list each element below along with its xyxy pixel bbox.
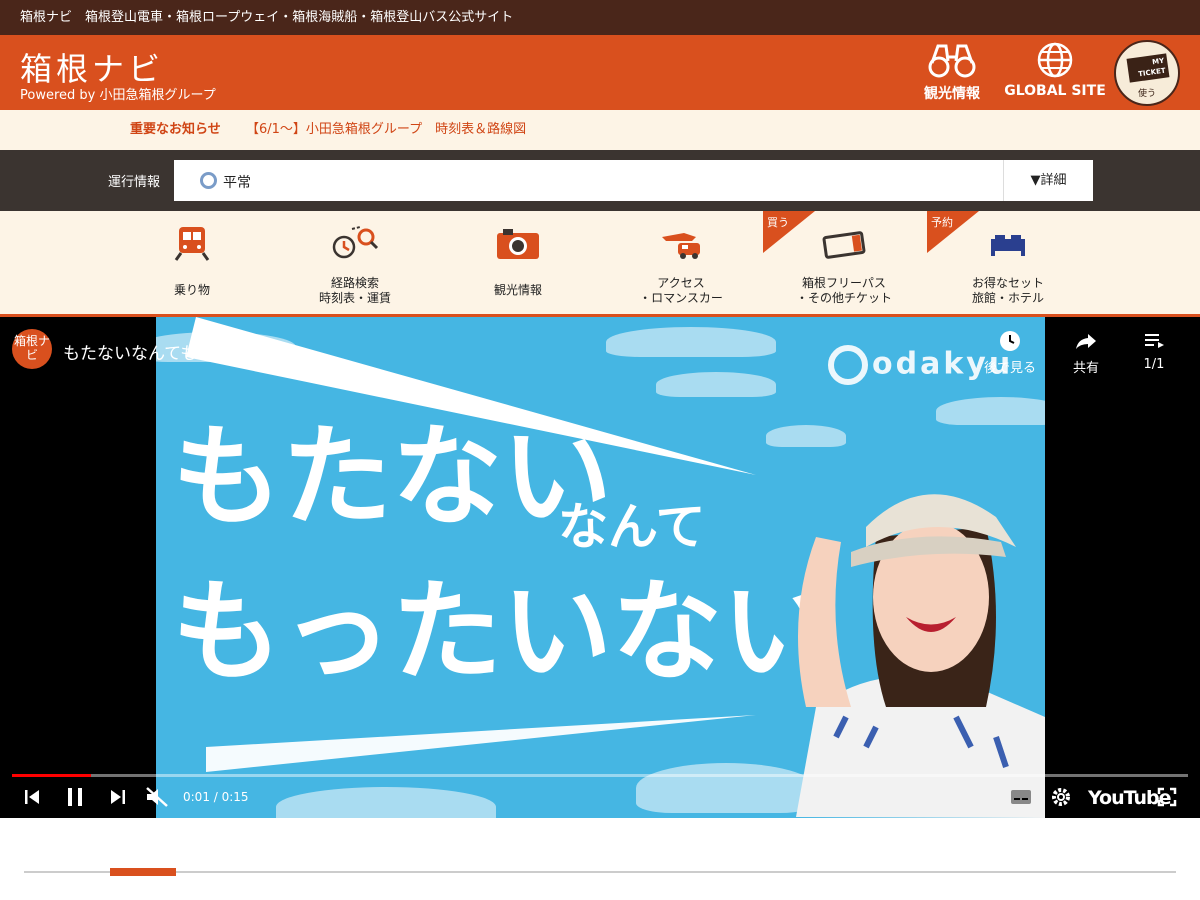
my-ticket-use: 使う [1137,89,1156,99]
nav-item-hotel-set[interactable]: お得なセット 旅館・ホテル [938,211,1078,314]
nav-item-access[interactable]: アクセス ・ロマンスカー [611,211,751,314]
muted-icon[interactable] [144,785,170,809]
bed-icon [991,235,1025,256]
train-icon [174,227,210,261]
site-tagline: 箱根ナビ 箱根登山電車・箱根ロープウェイ・箱根海賊船・箱根登山バス公式サイト [20,10,514,25]
video-frame: もたない なんて もったいない odakyu [156,317,1045,818]
next-icon[interactable] [108,785,128,809]
share-label: 共有 [1072,361,1099,376]
main-nav: 乗り物 経路検索 時刻表・運賃 観光情報 アクセス ・ロマンスカー 買う 箱根フ… [0,211,1200,317]
channel-avatar[interactable]: 箱根ナビ [12,329,52,369]
video-player[interactable]: もたない なんて もったいない odakyu 箱根ナビ もたないなんてもったいな… [0,317,1200,818]
share-button[interactable]: 共有 [1068,329,1104,376]
notice-label: 重要なお知らせ [130,122,221,137]
progress-played [12,774,91,777]
binoculars-icon [928,44,976,78]
my-ticket-label: MY TICKET [1126,53,1170,83]
nav-label: 箱根フリーパス ・その他チケット [774,276,914,306]
nav-label-line1: 経路検索 [330,276,379,290]
sightseeing-button[interactable]: 観光情報 [916,41,988,103]
operation-label: 運行情報 [108,175,161,190]
progress-bar[interactable] [12,774,1188,777]
playlist-icon [1145,334,1164,348]
nav-item-sightseeing[interactable]: 観光情報 [448,211,588,314]
tab-divider [24,871,1176,873]
nav-label-line1: お得なセット [971,276,1044,290]
nav-label-line2: ・ロマンスカー [639,291,723,305]
watch-later-button[interactable]: 後で見る [984,329,1036,376]
nav-item-vehicles[interactable]: 乗り物 [122,211,262,314]
nav-label: 乗り物 [173,283,210,297]
globe-icon [1037,42,1073,78]
playlist-button[interactable]: 1/1 [1140,329,1168,372]
watch-later-label: 後で見る [984,361,1037,376]
video-title[interactable]: もたないなんてもったいない [63,339,282,364]
sightseeing-label: 観光情報 [924,86,980,102]
global-site-button[interactable]: GLOBAL SITE [1000,41,1110,99]
active-tab-indicator[interactable] [110,868,176,876]
ticket-icon [822,231,866,259]
global-site-label: GLOBAL SITE [1004,83,1106,99]
nav-label-line2: 旅館・ホテル [971,291,1044,305]
odakyu-mark-icon [828,345,868,385]
captions-icon[interactable] [1010,785,1032,809]
logo-subtitle: Powered by 小田急箱根グループ [20,88,216,103]
operation-status: 平常 [223,175,251,191]
clock-icon [1000,331,1020,351]
status-normal-icon [200,172,217,189]
nav-label: お得なセット 旅館・ホテル [938,276,1078,306]
nav-label-line2: ・その他チケット [795,291,892,305]
video-time: 0:01 / 0:15 [183,790,249,804]
notice-bar: 重要なお知らせ 【6/1〜】小田急箱根グループ 時刻表＆路線図 [0,110,1200,150]
nav-item-free-pass[interactable]: 箱根フリーパス ・その他チケット [774,211,914,314]
model-figure [796,494,1045,818]
nav-label-line1: アクセス [657,276,705,290]
romancecar-icon [662,233,700,259]
nav-item-route-search[interactable]: 経路検索 時刻表・運賃 [285,211,425,314]
fullscreen-icon[interactable] [1156,785,1178,809]
nav-label-line2: 時刻表・運賃 [318,291,391,305]
playlist-count: 1/1 [1143,357,1165,372]
previous-icon[interactable] [22,785,42,809]
route-search-icon [332,226,379,259]
settings-gear-icon[interactable] [1050,785,1072,809]
share-icon [1076,334,1096,349]
operation-status-box: 平常 ▼詳細 [174,160,1093,201]
nav-label: アクセス ・ロマンスカー [611,276,751,306]
operation-bar: 運行情報 平常 ▼詳細 [0,150,1200,211]
pause-icon[interactable] [64,785,86,809]
site-header: 箱根ナビ Powered by 小田急箱根グループ 観光情報 GLOBAL SI… [0,35,1200,110]
nav-label-line1: 箱根フリーパス [802,276,886,290]
overlay-text-1: もたない [172,413,612,541]
my-ticket-button[interactable]: MY TICKET 使う [1114,40,1180,106]
nav-label: 観光情報 [493,283,542,297]
top-strip: 箱根ナビ 箱根登山電車・箱根ロープウェイ・箱根海賊船・箱根登山バス公式サイト [0,0,1200,35]
notice-link[interactable]: 【6/1〜】小田急箱根グループ 時刻表＆路線図 [246,110,526,150]
nav-label: 経路検索 時刻表・運賃 [285,276,425,306]
overlay-text-2: もったいない [172,568,832,696]
operation-detail-button[interactable]: ▼詳細 [1003,160,1093,201]
camera-icon [497,229,539,259]
